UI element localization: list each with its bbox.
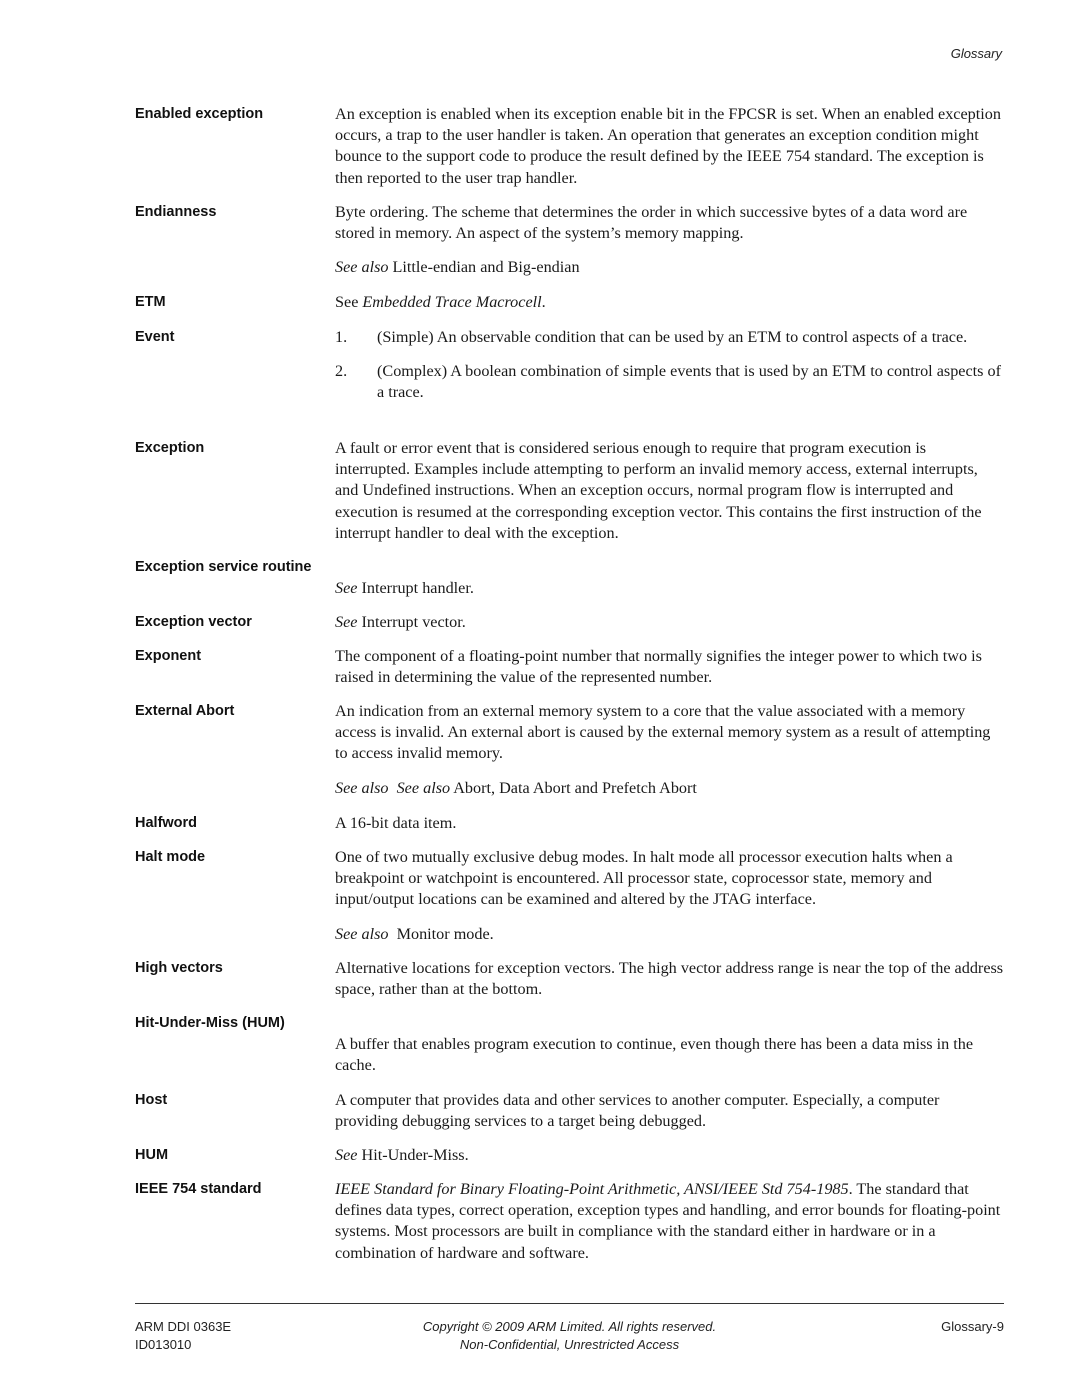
copyright-notice: Copyright © 2009 ARM Limited. All rights… — [422, 1319, 717, 1334]
glossary-definition: An indication from an external memory sy… — [335, 701, 1005, 799]
see-link[interactable]: Interrupt vector. — [357, 613, 466, 631]
glossary-definition: See Interrupt handler. — [335, 578, 1005, 599]
see-label: See — [335, 613, 358, 631]
access-notice: Non-Confidential, Unrestricted Access — [459, 1337, 680, 1352]
glossary-definition: Byte ordering. The scheme that determine… — [335, 202, 1005, 279]
see-link[interactable]: Embedded Trace Macrocell — [362, 293, 541, 311]
definition-text: The component of a floating-point number… — [335, 647, 982, 687]
glossary-term: Hit-Under-Miss (HUM) — [135, 1015, 285, 1031]
glossary-definition: A buffer that enables program execution … — [335, 1034, 1005, 1076]
glossary-definition: The component of a floating-point number… — [335, 646, 1005, 688]
see-also-label: See also — [335, 258, 389, 277]
see-line: See Interrupt handler. — [335, 578, 1005, 599]
glossary-definition: A computer that provides data and other … — [335, 1090, 1005, 1132]
see-label: See — [335, 579, 358, 597]
glossary-term: Exponent — [135, 648, 202, 664]
glossary-term: Exception — [135, 440, 205, 456]
definition-text: One of two mutually exclusive debug mode… — [335, 848, 953, 909]
see-also-link[interactable]: Little-endian and Big-endian — [389, 258, 580, 276]
glossary-definition: One of two mutually exclusive debug mode… — [335, 847, 1005, 945]
see-link[interactable]: Hit-Under-Miss. — [357, 1146, 469, 1164]
glossary-definition: A fault or error event that is considere… — [335, 438, 1005, 544]
numbered-item: 1. (Simple) An observable condition that… — [335, 327, 1005, 348]
glossary-definition: An exception is enabled when its excepti… — [335, 104, 1005, 189]
definition-text: A computer that provides data and other … — [335, 1091, 940, 1131]
glossary-term: Endianness — [135, 204, 217, 220]
document-page: Glossary Enabled exception An exception … — [0, 0, 1080, 1397]
glossary-term: External Abort — [135, 703, 235, 719]
glossary-definition: IEEE Standard for Binary Floating-Point … — [335, 1179, 1005, 1264]
definition-text: A fault or error event that is considere… — [335, 439, 982, 542]
see-also-link[interactable]: Monitor mode. — [389, 925, 494, 943]
see-suffix: . — [541, 293, 546, 311]
see-also-line: See also Monitor mode. — [335, 924, 1005, 945]
glossary-term: IEEE 754 standard — [135, 1181, 262, 1197]
glossary-term: Halt mode — [135, 849, 206, 865]
page-number: Glossary-9 — [941, 1319, 1004, 1334]
see-line: See Hit-Under-Miss. — [335, 1145, 1005, 1166]
glossary-term: Exception vector — [135, 614, 252, 630]
see-line: See Interrupt vector. — [335, 612, 1005, 633]
glossary-term: High vectors — [135, 960, 223, 976]
footer-divider — [135, 1303, 1004, 1304]
standard-title: IEEE Standard for Binary Floating-Point … — [335, 1180, 849, 1198]
see-prefix: See — [335, 293, 363, 311]
definition-text: A 16-bit data item. — [335, 814, 457, 832]
glossary-definition: See Interrupt vector. — [335, 612, 1005, 633]
see-also-label: See also See also — [335, 778, 451, 797]
glossary-term: Event — [135, 329, 175, 345]
see-label: See — [335, 1146, 358, 1164]
definition-text: An indication from an external memory sy… — [335, 702, 991, 763]
numbered-item: 2. (Complex) A boolean combination of si… — [335, 361, 1005, 403]
glossary-term: Host — [135, 1092, 168, 1108]
glossary-term: Halfword — [135, 815, 198, 831]
glossary-definition: 1. (Simple) An observable condition that… — [335, 327, 1005, 404]
see-also-link[interactable]: Abort, Data Abort and Prefetch Abort — [450, 779, 697, 797]
see-also-line: See also Little-endian and Big-endian — [335, 257, 1005, 278]
glossary-definition: See Embedded Trace Macrocell. — [335, 292, 1005, 313]
definition-text: IEEE Standard for Binary Floating-Point … — [335, 1179, 1005, 1264]
see-also-line: See also See also Abort, Data Abort and … — [335, 778, 1005, 799]
item-number: 2. — [335, 362, 348, 381]
see-link[interactable]: Interrupt handler. — [357, 579, 474, 597]
glossary-term: ETM — [135, 294, 166, 310]
definition-text: Alternative locations for exception vect… — [335, 959, 1004, 999]
footer-center: Copyright © 2009 ARM Limited. All rights… — [135, 1318, 1004, 1354]
running-header: Glossary — [950, 46, 1002, 61]
glossary-definition: See Hit-Under-Miss. — [335, 1145, 1005, 1166]
definition-text: A buffer that enables program execution … — [335, 1035, 974, 1075]
glossary-term: HUM — [135, 1147, 169, 1163]
see-also-label: See also — [335, 924, 389, 943]
item-text: (Simple) An observable condition that ca… — [377, 328, 968, 346]
glossary-term: Enabled exception — [135, 106, 264, 122]
item-number: 1. — [335, 328, 348, 346]
glossary-term: Exception service routine — [135, 559, 312, 575]
definition-text: Byte ordering. The scheme that determine… — [335, 203, 968, 243]
glossary-definition: A 16-bit data item. — [335, 813, 1005, 834]
definition-text: An exception is enabled when its excepti… — [335, 105, 1001, 187]
item-text: (Complex) A boolean combination of simpl… — [377, 362, 1001, 402]
see-line: See Embedded Trace Macrocell. — [335, 292, 1005, 313]
glossary-definition: Alternative locations for exception vect… — [335, 958, 1005, 1000]
